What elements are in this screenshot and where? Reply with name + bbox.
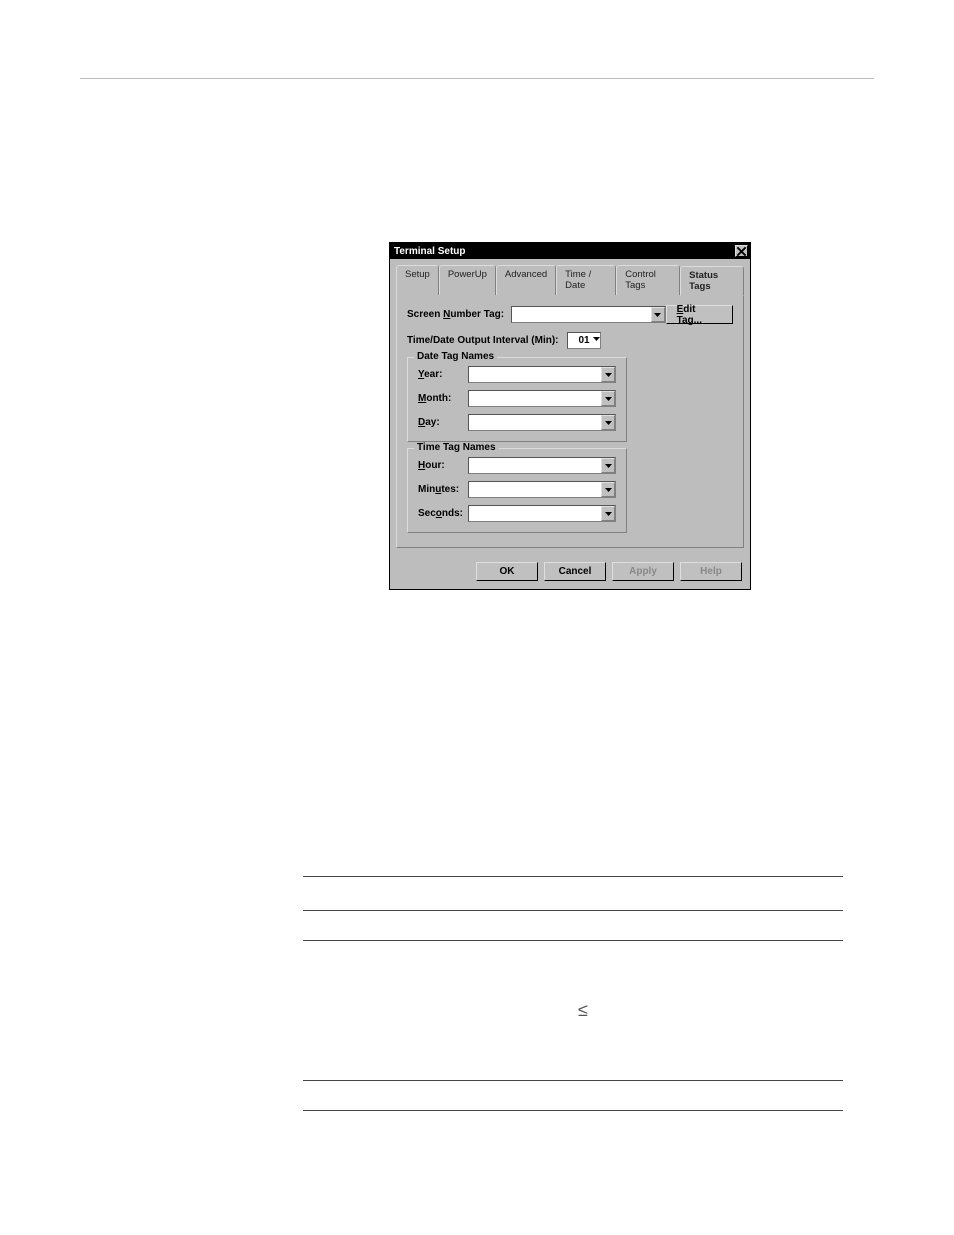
tab-time-date[interactable]: Time / Date [556, 265, 616, 295]
interval-label: Time/Date Output Interval (Min): [407, 335, 567, 346]
chevron-down-icon [601, 415, 615, 430]
dialog-button-bar: OK Cancel Apply Help [390, 556, 750, 589]
day-row: Day: [418, 414, 616, 431]
day-label: Day: [418, 417, 468, 428]
hour-row: Hour: [418, 457, 616, 474]
time-tag-group: Time Tag Names Hour: Minutes: Seconds: [407, 448, 627, 533]
date-tag-group: Date Tag Names Year: Month: Day: [407, 357, 627, 442]
close-icon[interactable] [735, 245, 748, 257]
ok-button[interactable]: OK [476, 562, 538, 581]
chevron-down-icon [601, 391, 615, 406]
time-group-legend: Time Tag Names [414, 442, 499, 453]
date-group-legend: Date Tag Names [414, 351, 497, 362]
month-label: Month: [418, 393, 468, 404]
leq-symbol: ≤ [423, 1000, 743, 1021]
terminal-setup-dialog: Terminal Setup Setup PowerUp Advanced Ti… [389, 242, 751, 590]
chevron-down-icon [601, 458, 615, 473]
interval-input[interactable]: 01 [567, 332, 601, 349]
seconds-dropdown[interactable] [468, 505, 616, 522]
page-divider [80, 78, 874, 79]
screen-number-dropdown[interactable] [511, 306, 665, 323]
day-dropdown[interactable] [468, 414, 616, 431]
seconds-label: Seconds: [418, 508, 468, 519]
chevron-down-icon [601, 482, 615, 497]
tab-control-tags[interactable]: Control Tags [616, 265, 680, 295]
hour-dropdown[interactable] [468, 457, 616, 474]
window-title: Terminal Setup [394, 246, 466, 257]
month-row: Month: [418, 390, 616, 407]
minutes-row: Minutes: [418, 481, 616, 498]
chevron-down-icon [601, 367, 615, 382]
lower-table: ≤ [303, 876, 843, 1111]
year-dropdown[interactable] [468, 366, 616, 383]
titlebar: Terminal Setup [390, 243, 750, 259]
help-button: Help [680, 562, 742, 581]
interval-row: Time/Date Output Interval (Min): 01 [407, 332, 733, 349]
tab-strip: Setup PowerUp Advanced Time / Date Contr… [396, 265, 744, 295]
chevron-down-icon [593, 333, 600, 348]
minutes-label: Minutes: [418, 484, 468, 495]
screen-number-row: Screen Number Tag: Edit Tag... [407, 305, 733, 324]
edit-tag-button[interactable]: Edit Tag... [666, 305, 733, 324]
seconds-row: Seconds: [418, 505, 616, 522]
tab-panel: Setup PowerUp Advanced Time / Date Contr… [390, 259, 750, 556]
screen-number-label: Screen Number Tag: [407, 309, 511, 320]
chevron-down-icon [651, 307, 665, 322]
hour-label: Hour: [418, 460, 468, 471]
chevron-down-icon [601, 506, 615, 521]
cancel-button[interactable]: Cancel [544, 562, 606, 581]
apply-button: Apply [612, 562, 674, 581]
tab-setup[interactable]: Setup [396, 265, 439, 295]
year-label: Year: [418, 369, 468, 380]
status-tags-panel: Screen Number Tag: Edit Tag... Time/Date… [396, 294, 744, 548]
tab-advanced[interactable]: Advanced [496, 265, 556, 295]
tab-status-tags[interactable]: Status Tags [680, 266, 744, 296]
tab-powerup[interactable]: PowerUp [439, 265, 496, 295]
month-dropdown[interactable] [468, 390, 616, 407]
year-row: Year: [418, 366, 616, 383]
minutes-dropdown[interactable] [468, 481, 616, 498]
interval-value: 01 [578, 335, 589, 346]
